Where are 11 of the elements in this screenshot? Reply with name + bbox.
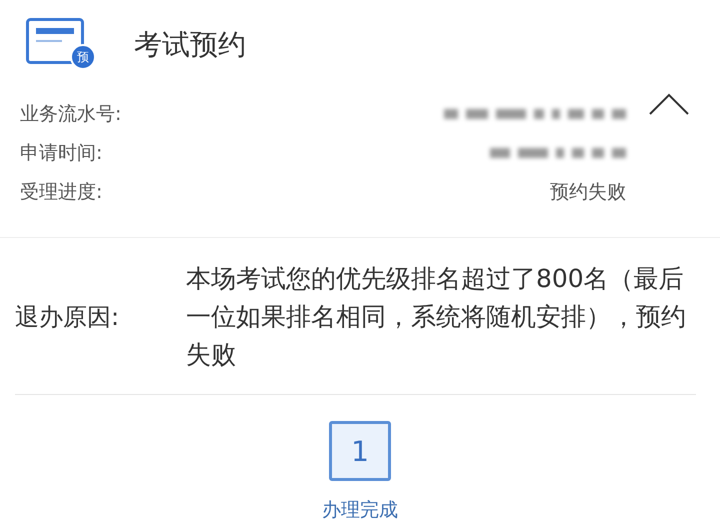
badge: 预 [70,44,96,70]
reason-text: 本场考试您的优先级排名超过了800名（最后一位如果排名相同，系统将随机安排），预约失败 [186,263,686,371]
field-value: 预约失败 [550,180,626,204]
page-title: 考试预约 [134,27,246,63]
step-label: 办理完成 [322,498,398,522]
field-label: 申请时间: [20,140,102,166]
field-label: 业务流水号: [20,102,122,126]
field-label: 受理进度: [20,180,102,204]
reason-label: 退办原因: [15,302,120,333]
step-number: 1 [329,421,391,481]
chevron-up-icon[interactable] [648,92,690,116]
